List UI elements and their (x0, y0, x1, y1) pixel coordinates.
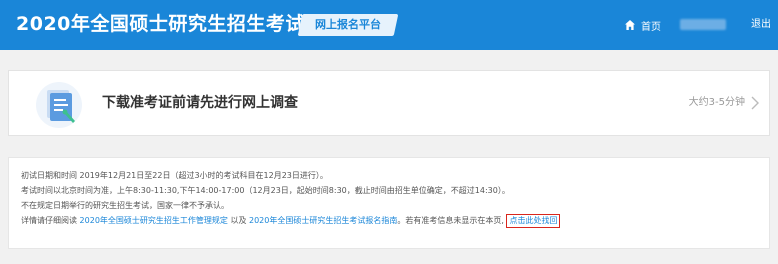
exam-info-panel: 初试日期和时间 2019年12月21日至22日（超过3小时的考试科目在12月23… (8, 157, 770, 249)
logout-link[interactable]: 退出 (751, 17, 771, 33)
retrieve-link[interactable]: 点击此处找回 (506, 214, 561, 228)
chevron-right-icon (751, 96, 759, 110)
details-and: 以及 (230, 216, 247, 225)
exam-time-line: 考试时间以北京时间为准，上午8:30-11:30,下午14:00-17:00（1… (21, 186, 510, 195)
details-prefix: 详情请仔细阅读 (21, 216, 77, 225)
home-label: 首页 (641, 21, 661, 33)
survey-time-estimate: 大约3-5分钟 (688, 97, 745, 108)
guide-link[interactable]: 2020年全国硕士研究生招生考试报名指南 (249, 216, 397, 225)
top-header: 2020年全国硕士研究生招生考试 网上报名平台 首页 退出 (0, 0, 778, 50)
exam-info-text: 初试日期和时间 2019年12月21日至22日（超过3小时的考试科目在12月23… (21, 168, 561, 228)
survey-title: 下载准考证前请先进行网上调查 (102, 95, 298, 111)
exam-details-line: 详情请仔细阅读 2020年全国硕士研究生招生工作管理规定 以及 2020年全国硕… (21, 213, 561, 228)
exam-recognition-line: 不在规定日期举行的研究生招生考试，国家一律不予承认。 (21, 201, 229, 210)
app-title: 2020年全国硕士研究生招生考试 (16, 13, 305, 35)
platform-tag: 网上报名平台 (297, 14, 399, 36)
exam-date-line: 初试日期和时间 2019年12月21日至22日（超过3小时的考试科目在12月23… (21, 171, 328, 180)
home-icon (625, 20, 635, 30)
home-link[interactable]: 首页 (624, 17, 661, 33)
platform-tag-label: 网上报名平台 (315, 18, 381, 31)
survey-document-icon (36, 82, 82, 128)
rules-link[interactable]: 2020年全国硕士研究生招生工作管理规定 (80, 216, 228, 225)
survey-card[interactable]: 下载准考证前请先进行网上调查 大约3-5分钟 (8, 70, 770, 136)
user-name-blurred (680, 19, 726, 30)
details-suffix: 。若有准考信息未显示在本页, (397, 216, 504, 225)
